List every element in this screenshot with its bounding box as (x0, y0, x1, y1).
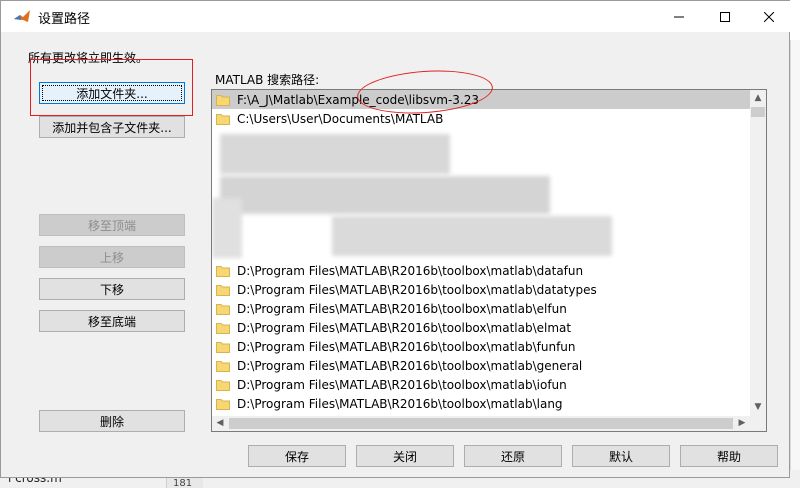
path-rows: F:\A_J\Matlab\Example_code\libsvm-3.23 C… (212, 90, 750, 416)
scroll-up-icon[interactable]: ▲ (750, 91, 766, 106)
path-row[interactable]: D:\Program Files\MATLAB\R2016b\toolbox\m… (212, 337, 750, 356)
horizontal-scroll-thumb[interactable] (229, 418, 733, 429)
folder-icon (216, 265, 230, 277)
vertical-scrollbar[interactable]: ▲ ▼ (750, 90, 766, 416)
path-row[interactable]: D:\Program Files\MATLAB\R2016b\toolbox\m… (212, 318, 750, 337)
folder-icon (216, 94, 230, 106)
path-row[interactable]: D:\Program Files\MATLAB\R2016b\toolbox\m… (212, 375, 750, 394)
matlab-icon (14, 10, 30, 22)
background-line-number: 181 (166, 478, 203, 489)
scroll-right-icon[interactable]: ▶ (734, 416, 750, 431)
path-text: D:\Program Files\MATLAB\R2016b\toolbox\m… (237, 339, 576, 354)
move-to-bottom-button[interactable]: 移至底端 (39, 310, 185, 332)
scroll-corner (750, 416, 766, 431)
title-bar[interactable]: 设置路径 (1, 1, 790, 32)
path-text: D:\Program Files\MATLAB\R2016b\toolbox\m… (237, 377, 567, 392)
path-text: D:\Program Files\MATLAB\R2016b\toolbox\m… (237, 320, 572, 335)
folder-icon (216, 284, 230, 296)
folder-icon (216, 303, 230, 315)
vertical-scroll-thumb[interactable] (751, 107, 765, 117)
folder-icon (216, 379, 230, 391)
path-row[interactable]: D:\Program Files\MATLAB\R2016b\toolbox\m… (212, 394, 750, 413)
minimize-icon (674, 16, 684, 17)
close-dialog-button[interactable]: 关闭 (356, 445, 454, 467)
maximize-button[interactable] (702, 1, 748, 32)
revert-button[interactable]: 还原 (464, 445, 562, 467)
obscured-rows (212, 128, 750, 261)
search-path-list[interactable]: F:\A_J\Matlab\Example_code\libsvm-3.23 C… (211, 89, 767, 432)
background-app-right (790, 40, 800, 470)
search-path-label: MATLAB 搜索路径: (215, 73, 320, 87)
folder-icon (216, 360, 230, 372)
path-text: D:\Program Files\MATLAB\R2016b\toolbox\m… (237, 301, 567, 316)
folder-icon (216, 341, 230, 353)
help-button[interactable]: 帮助 (680, 445, 778, 467)
scroll-down-icon[interactable]: ▼ (750, 400, 766, 415)
path-text: C:\Users\User\Documents\MATLAB (237, 111, 444, 126)
default-button[interactable]: 默认 (572, 445, 670, 467)
add-with-subfolders-button[interactable]: 添加并包含子文件夹... (39, 116, 185, 138)
folder-icon (216, 322, 230, 334)
close-icon (764, 11, 774, 22)
path-text: D:\Program Files\MATLAB\R2016b\toolbox\m… (237, 263, 584, 278)
path-text: D:\Program Files\MATLAB\R2016b\toolbox\m… (237, 358, 583, 373)
save-button[interactable]: 保存 (248, 445, 346, 467)
path-row[interactable]: D:\Program Files\MATLAB\R2016b\toolbox\m… (212, 261, 750, 280)
move-to-top-button[interactable]: 移至顶端 (39, 214, 185, 236)
remove-button[interactable]: 删除 (39, 410, 185, 432)
window-title: 设置路径 (38, 12, 91, 27)
folder-icon (216, 113, 230, 125)
path-row[interactable]: C:\Users\User\Documents\MATLAB (212, 109, 750, 128)
maximize-icon (720, 11, 730, 22)
minimize-button[interactable] (656, 1, 702, 32)
annotation-rectangle (30, 59, 193, 116)
horizontal-scrollbar[interactable]: ◀ ▶ (212, 416, 750, 431)
path-text: D:\Program Files\MATLAB\R2016b\toolbox\m… (237, 282, 597, 297)
path-row[interactable]: D:\Program Files\MATLAB\R2016b\toolbox\m… (212, 356, 750, 375)
folder-icon (216, 398, 230, 410)
scroll-left-icon[interactable]: ◀ (212, 416, 228, 431)
path-text: D:\Program Files\MATLAB\R2016b\toolbox\m… (237, 396, 563, 411)
close-button[interactable] (746, 1, 792, 32)
move-down-button[interactable]: 下移 (39, 278, 185, 300)
set-path-dialog: 设置路径 所有更改将立即生效。 添加文件夹... 添加并包含子文件夹... 移至… (0, 0, 790, 478)
path-row[interactable]: D:\Program Files\MATLAB\R2016b\toolbox\m… (212, 299, 750, 318)
path-row[interactable]: D:\Program Files\MATLAB\R2016b\toolbox\m… (212, 280, 750, 299)
move-up-button[interactable]: 上移 (39, 246, 185, 268)
